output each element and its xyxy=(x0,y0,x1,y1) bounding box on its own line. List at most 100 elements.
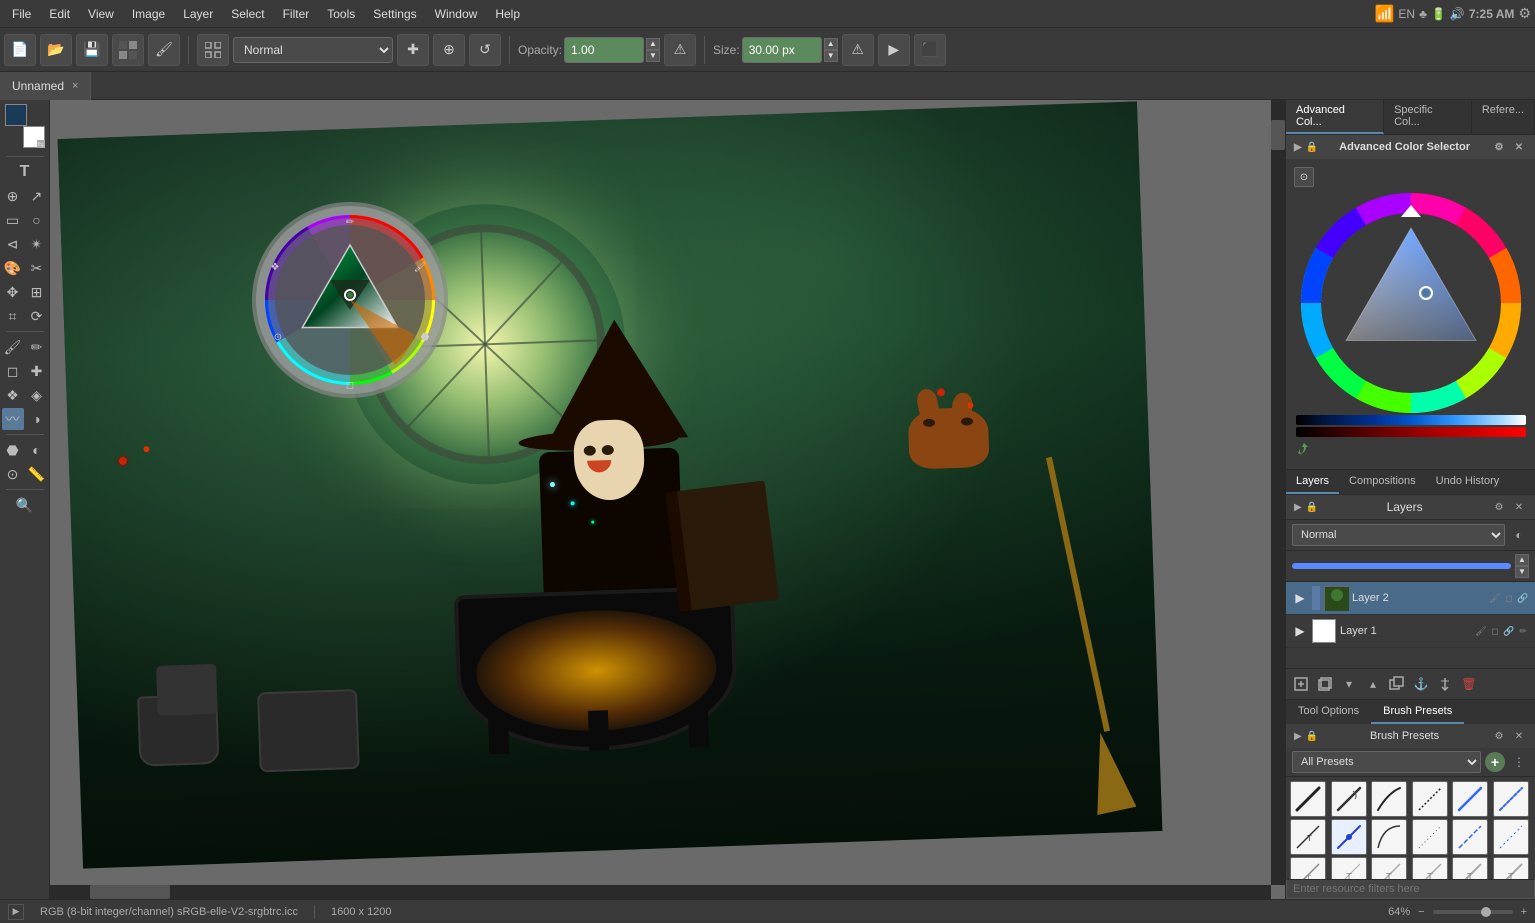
layers-tab-layers[interactable]: Layers xyxy=(1286,470,1339,494)
menu-help[interactable]: Help xyxy=(487,5,528,23)
layers-opacity-spinner[interactable]: ▲ ▼ xyxy=(1515,554,1529,578)
brush-preset-9[interactable] xyxy=(1371,819,1407,855)
brush-panel-settings[interactable]: ⚙ xyxy=(1491,728,1507,744)
heal-tool[interactable]: ✚ xyxy=(26,360,48,382)
crop-tool[interactable]: ⌗ xyxy=(2,305,24,327)
free-select-tool[interactable]: ⊲ xyxy=(2,233,24,255)
lock-brush-panel[interactable]: 🔒 xyxy=(1306,731,1318,742)
anchor-layer[interactable]: ⚓ xyxy=(1410,673,1432,695)
opacity-down[interactable]: ▼ xyxy=(646,50,660,62)
brush-preset-7[interactable]: T xyxy=(1290,819,1326,855)
collapse-brush-panel[interactable]: ▶ xyxy=(1294,731,1302,742)
color-red-bar[interactable] xyxy=(1296,427,1526,437)
brush-panel-close[interactable]: ✕ xyxy=(1511,728,1527,744)
brush-option[interactable]: ⬛ xyxy=(914,34,946,66)
tool-options-tab[interactable]: Tool Options xyxy=(1286,700,1371,724)
color-panel-settings[interactable]: ⚙ xyxy=(1491,139,1507,155)
brush-preset-15[interactable]: T xyxy=(1371,857,1407,879)
save-button[interactable]: 💾 xyxy=(76,34,108,66)
brush-preset-3[interactable] xyxy=(1371,781,1407,817)
opacity-spinner[interactable]: ▲ ▼ xyxy=(646,38,660,62)
collapse-layers-panel[interactable]: ▶ xyxy=(1294,502,1302,513)
tool-mode-button[interactable]: ✚ xyxy=(397,34,429,66)
brush-preset-17[interactable]: T xyxy=(1452,857,1488,879)
main-color-wheel-svg[interactable] xyxy=(1296,193,1526,413)
new-file-button[interactable]: 📄 xyxy=(4,34,36,66)
menu-layer[interactable]: Layer xyxy=(175,5,221,23)
text-tool[interactable]: T xyxy=(14,161,36,183)
delete-layer[interactable]: 🗑 xyxy=(1458,673,1480,695)
layer-1-link[interactable]: 🔗 xyxy=(1503,625,1515,637)
align-tool[interactable]: ⊞ xyxy=(26,281,48,303)
brush-presets-tab[interactable]: Brush Presets xyxy=(1371,700,1464,724)
brush-preset-13[interactable]: T xyxy=(1290,857,1326,879)
layer-2-expand[interactable]: ▶ xyxy=(1292,590,1308,606)
smudge-tool[interactable]: 〰 xyxy=(2,408,24,430)
advanced-color-tab[interactable]: Advanced Col... xyxy=(1286,100,1384,134)
brush-search-input[interactable] xyxy=(1286,879,1535,899)
brush-menu-button[interactable]: ⋮ xyxy=(1509,752,1529,772)
zoom-slider[interactable] xyxy=(1433,910,1513,914)
tool-center-button[interactable]: ⊕ xyxy=(433,34,465,66)
brush-preset-11[interactable] xyxy=(1452,819,1488,855)
blend-mode-select[interactable]: Normal xyxy=(233,37,393,63)
menu-view[interactable]: View xyxy=(80,5,122,23)
grid-button[interactable] xyxy=(197,34,229,66)
new-layer-from-visible[interactable] xyxy=(1314,673,1336,695)
opacity-input[interactable] xyxy=(564,37,644,63)
measure-tool[interactable]: 📏 xyxy=(26,463,48,485)
zoom-in-button[interactable]: + xyxy=(1521,906,1527,918)
brush-preset-1[interactable] xyxy=(1290,781,1326,817)
ellipse-select-tool[interactable]: ○ xyxy=(26,209,48,231)
brush-preset-12[interactable] xyxy=(1493,819,1529,855)
zoom-out-button[interactable]: − xyxy=(1418,906,1424,918)
layer-2-mask[interactable]: ◻ xyxy=(1503,592,1515,604)
pencil-tool[interactable]: ✏ xyxy=(26,336,48,358)
layers-opacity-button[interactable]: ◐ xyxy=(1509,525,1529,545)
tab-close-button[interactable]: × xyxy=(72,80,78,92)
brush-preset-5[interactable] xyxy=(1452,781,1488,817)
horizontal-scrollbar[interactable] xyxy=(50,885,1271,899)
swap-colors-button[interactable]: ⇆ xyxy=(37,140,45,148)
merge-layers[interactable] xyxy=(1434,673,1456,695)
menu-window[interactable]: Window xyxy=(427,5,486,23)
menu-tools[interactable]: Tools xyxy=(319,5,363,23)
brush-preset-pick[interactable]: ▶ xyxy=(878,34,910,66)
lock-layers-panel[interactable]: 🔒 xyxy=(1306,502,1318,513)
color-reset-button[interactable] xyxy=(1294,441,1314,461)
tool-reset-button[interactable]: ↺ xyxy=(469,34,501,66)
layers-opacity-bar[interactable] xyxy=(1292,563,1511,569)
brush-preset-2[interactable] xyxy=(1331,781,1367,817)
brush-tool-button[interactable]: 🖌 xyxy=(148,34,180,66)
color-brightness-bar[interactable] xyxy=(1296,415,1526,425)
opacity-up[interactable]: ▲ xyxy=(646,38,660,50)
blend-tool[interactable]: ◐ xyxy=(26,439,48,461)
canvas-container[interactable]: ✏ 🖌 ⬣ ◻ ⊙ ❖ xyxy=(50,100,1285,899)
layer-1-mask[interactable]: ◻ xyxy=(1489,625,1501,637)
layers-tab-compositions[interactable]: Compositions xyxy=(1339,470,1426,494)
lock-opacity-button[interactable]: ⚠ xyxy=(664,34,696,66)
fill-tool[interactable]: ⬣ xyxy=(2,439,24,461)
rotate-tool[interactable]: ⟳ xyxy=(26,305,48,327)
layer-1-extra[interactable]: ✏ xyxy=(1517,625,1529,637)
zoom-tool[interactable]: 🔍 xyxy=(14,494,36,516)
foreground-color-swatch[interactable] xyxy=(5,104,27,126)
perspective-clone-tool[interactable]: ◈ xyxy=(26,384,48,406)
color-picker-tool[interactable]: ⊙ xyxy=(2,463,24,485)
layers-tab-undo-history[interactable]: Undo History xyxy=(1426,470,1510,494)
brush-preset-8[interactable] xyxy=(1331,819,1367,855)
fuzzy-select-tool[interactable]: ✴ xyxy=(26,233,48,255)
select-by-color-tool[interactable]: 🎨 xyxy=(2,257,24,279)
canvas-tab[interactable]: Unnamed × xyxy=(0,72,91,100)
duplicate-layer[interactable] xyxy=(1386,673,1408,695)
dodge-burn-tool[interactable]: ◑ xyxy=(26,408,48,430)
add-brush-button[interactable]: + xyxy=(1485,752,1505,772)
clone-tool[interactable]: ❖ xyxy=(2,384,24,406)
size-down[interactable]: ▼ xyxy=(824,50,838,62)
color-wheel-popup[interactable]: ✏ 🖌 ⬣ ◻ ⊙ ❖ xyxy=(250,200,470,420)
layer-1-expand[interactable]: ▶ xyxy=(1292,623,1308,639)
brush-preset-18[interactable]: T xyxy=(1493,857,1529,879)
menu-filter[interactable]: Filter xyxy=(275,5,318,23)
specific-color-tab[interactable]: Specific Col... xyxy=(1384,100,1472,134)
layers-panel-close[interactable]: ✕ xyxy=(1511,499,1527,515)
